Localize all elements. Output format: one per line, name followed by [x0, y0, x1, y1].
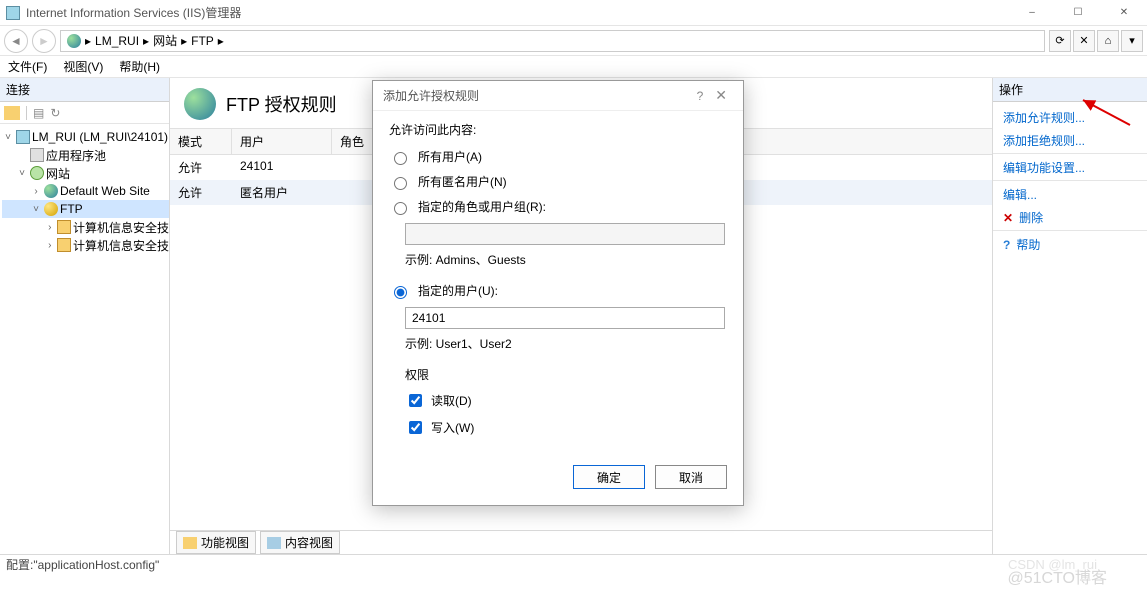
breadcrumb-sep: ▸: [143, 34, 149, 48]
breadcrumb-sep: ▸: [218, 34, 224, 48]
server-icon: [67, 34, 81, 48]
minimize-button[interactable]: –: [1009, 0, 1055, 26]
cell-mode: 允许: [170, 180, 232, 205]
address-bar: ◄ ► ▸ LM_RUI ▸ 网站 ▸ FTP ▸ ⟳ ✕ ⌂ ▾: [0, 26, 1147, 56]
action-help[interactable]: ?帮助: [993, 233, 1147, 256]
tree-ftp-sub1-label: 计算机信息安全技: [73, 219, 169, 236]
connections-pane: 连接 ▤ ↻ ˅ LM_RUI (LM_RUI\24101) 应用程序池 ˅ 网…: [0, 78, 170, 554]
connect-icon[interactable]: [4, 106, 20, 120]
roles-example: 示例: Admins、Guests: [405, 251, 727, 268]
check-write-input[interactable]: [409, 421, 422, 434]
window-title: Internet Information Services (IIS)管理器: [26, 4, 241, 21]
col-mode-header[interactable]: 模式: [170, 129, 232, 154]
breadcrumb-ftp[interactable]: FTP: [191, 34, 214, 48]
connections-header: 连接: [0, 78, 169, 102]
breadcrumb-sep: ▸: [181, 34, 187, 48]
tree-default-site-label: Default Web Site: [60, 184, 150, 198]
help-icon: ?: [1003, 238, 1010, 252]
help-nav-dropdown[interactable]: ▾: [1121, 30, 1143, 52]
page-title: FTP 授权规则: [226, 91, 337, 117]
action-edit-feature[interactable]: 编辑功能设置...: [993, 156, 1147, 181]
check-read[interactable]: 读取(D): [405, 391, 727, 410]
radio-users-input[interactable]: [394, 286, 407, 299]
refresh-tree-icon[interactable]: ↻: [50, 106, 60, 120]
dialog-section-label: 允许访问此内容:: [389, 121, 727, 138]
cell-user: 匿名用户: [232, 180, 332, 205]
menu-file[interactable]: 文件(F): [8, 58, 47, 75]
radio-all-users[interactable]: 所有用户(A): [389, 148, 727, 165]
col-user-header[interactable]: 用户: [232, 129, 332, 154]
tree-ftp-label: FTP: [60, 202, 83, 216]
dialog-title: 添加允许授权规则: [383, 87, 479, 104]
connections-tree[interactable]: ˅ LM_RUI (LM_RUI\24101) 应用程序池 ˅ 网站 › Def…: [0, 124, 169, 258]
tree-ftp-site[interactable]: ˅ FTP: [2, 200, 169, 218]
menu-help[interactable]: 帮助(H): [119, 58, 160, 75]
connections-toolbar: ▤ ↻: [0, 102, 169, 124]
tree-app-pool-label: 应用程序池: [46, 147, 106, 164]
delete-icon: ✕: [1003, 211, 1013, 225]
tree-ftp-sub2[interactable]: › 计算机信息安全技: [2, 236, 169, 254]
home-nav-button[interactable]: ⌂: [1097, 30, 1119, 52]
action-edit[interactable]: 编辑...: [993, 183, 1147, 206]
ok-button[interactable]: 确定: [573, 465, 645, 489]
users-input[interactable]: [405, 307, 725, 329]
tree-sites[interactable]: ˅ 网站: [2, 164, 169, 182]
maximize-button[interactable]: ☐: [1055, 0, 1101, 26]
radio-roles-input[interactable]: [394, 202, 407, 215]
check-write[interactable]: 写入(W): [405, 418, 727, 437]
refresh-nav-button[interactable]: ⟳: [1049, 30, 1071, 52]
radio-all-users-input[interactable]: [394, 152, 407, 165]
tree-server-label: LM_RUI (LM_RUI\24101): [32, 130, 168, 144]
tree-app-pool[interactable]: 应用程序池: [2, 146, 169, 164]
tree-ftp-sub1[interactable]: › 计算机信息安全技: [2, 218, 169, 236]
users-example: 示例: User1、User2: [405, 335, 727, 352]
breadcrumb-root[interactable]: LM_RUI: [95, 34, 139, 48]
radio-anon-users-input[interactable]: [394, 177, 407, 190]
breadcrumb-sep: ▸: [85, 34, 91, 48]
content-view-icon: [267, 537, 281, 549]
view-tabs: 功能视图 内容视图: [170, 530, 992, 554]
radio-users[interactable]: 指定的用户(U):: [389, 282, 727, 299]
tab-feature-view[interactable]: 功能视图: [176, 531, 256, 554]
actions-pane: 操作 添加允许规则... 添加拒绝规则... 编辑功能设置... 编辑... ✕…: [992, 78, 1147, 554]
menu-view[interactable]: 视图(V): [63, 58, 103, 75]
ftp-auth-icon: [184, 88, 216, 120]
action-add-deny[interactable]: 添加拒绝规则...: [993, 129, 1147, 154]
breadcrumb[interactable]: ▸ LM_RUI ▸ 网站 ▸ FTP ▸: [60, 30, 1045, 52]
check-read-input[interactable]: [409, 394, 422, 407]
window-titlebar: Internet Information Services (IIS)管理器 –…: [0, 0, 1147, 26]
back-button[interactable]: ◄: [4, 29, 28, 53]
actions-header: 操作: [993, 78, 1147, 102]
permissions-label: 权限: [405, 366, 727, 383]
dialog-help-button[interactable]: ?: [691, 89, 710, 103]
address-tools: ⟳ ✕ ⌂ ▾: [1049, 30, 1143, 52]
action-delete[interactable]: ✕删除: [993, 206, 1147, 231]
action-add-allow[interactable]: 添加允许规则...: [993, 106, 1147, 129]
status-config: 配置:"applicationHost.config": [6, 556, 159, 573]
cell-user: 24101: [232, 155, 332, 180]
tree-default-site[interactable]: › Default Web Site: [2, 182, 169, 200]
roles-input: [405, 223, 725, 245]
status-bar: 配置:"applicationHost.config": [0, 554, 1147, 574]
radio-anon-users[interactable]: 所有匿名用户(N): [389, 173, 727, 190]
app-icon: [6, 6, 20, 20]
forward-button[interactable]: ►: [32, 29, 56, 53]
radio-roles[interactable]: 指定的角色或用户组(R):: [389, 198, 727, 215]
feature-view-icon: [183, 537, 197, 549]
tab-content-view[interactable]: 内容视图: [260, 531, 340, 554]
cell-mode: 允许: [170, 155, 232, 180]
breadcrumb-sites[interactable]: 网站: [153, 32, 177, 49]
tree-server-node[interactable]: ˅ LM_RUI (LM_RUI\24101): [2, 128, 169, 146]
cancel-button[interactable]: 取消: [655, 465, 727, 489]
stop-nav-button[interactable]: ✕: [1073, 30, 1095, 52]
menu-bar: 文件(F) 视图(V) 帮助(H): [0, 56, 1147, 78]
expand-icon[interactable]: ▤: [33, 106, 44, 120]
tree-sites-label: 网站: [46, 165, 70, 182]
dialog-close-button[interactable]: ✕: [709, 87, 733, 104]
add-allow-rule-dialog: 添加允许授权规则 ? ✕ 允许访问此内容: 所有用户(A) 所有匿名用户(N) …: [372, 80, 744, 506]
close-button[interactable]: ✕: [1101, 0, 1147, 26]
tree-ftp-sub2-label: 计算机信息安全技: [73, 237, 169, 254]
